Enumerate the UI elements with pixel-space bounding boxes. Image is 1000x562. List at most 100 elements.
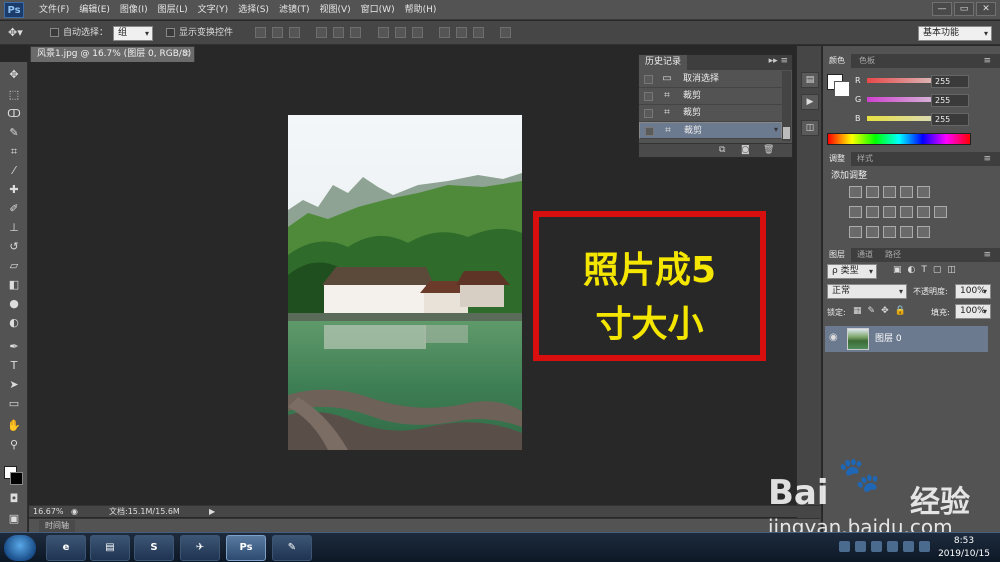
history-item[interactable]: ⌗ 裁剪: [639, 105, 782, 122]
history-item[interactable]: ⌗ 裁剪: [639, 88, 782, 105]
start-button[interactable]: [4, 535, 36, 561]
show-transform-checkbox[interactable]: [166, 28, 175, 37]
quick-mask-icon[interactable]: ◘: [6, 492, 22, 506]
panel-menu-icon[interactable]: ≡: [977, 152, 997, 166]
blue-value[interactable]: 255: [931, 113, 969, 126]
channel-mixer-icon[interactable]: [917, 206, 930, 218]
menu-select[interactable]: 选择(S): [233, 0, 274, 20]
status-info-icon[interactable]: ◉: [71, 506, 78, 518]
menu-type[interactable]: 文字(Y): [193, 0, 234, 20]
red-value[interactable]: 255: [931, 75, 969, 88]
blend-mode-dropdown[interactable]: 正常: [827, 284, 907, 299]
rectangle-tool-icon[interactable]: ▭: [6, 397, 22, 411]
document-tab[interactable]: 风景1.jpg @ 16.7% (图层 0, RGB/8) * ×: [30, 46, 195, 74]
lock-all-icon[interactable]: 🔒: [895, 306, 906, 316]
menu-filter[interactable]: 滤镜(T): [274, 0, 315, 20]
color-lookup-icon[interactable]: [934, 206, 947, 218]
panel-menu-icon[interactable]: ▸▸ ≡: [769, 56, 788, 66]
gradient-map-icon[interactable]: [917, 226, 930, 238]
tab-layers[interactable]: 图层: [823, 248, 851, 262]
background-color-chip[interactable]: [834, 81, 850, 97]
show-transform-option[interactable]: 显示变换控件: [166, 25, 233, 41]
eyedropper-tool-icon[interactable]: ⁄: [6, 164, 22, 178]
photo-filter-icon[interactable]: [900, 206, 913, 218]
history-item-selected[interactable]: ⌗ 裁剪: [639, 122, 782, 139]
pixel-filter-icon[interactable]: ▣: [893, 265, 902, 275]
tab-swatches[interactable]: 色板: [853, 54, 881, 68]
distribute-vcenter-icon[interactable]: [395, 27, 406, 38]
distribute-left-icon[interactable]: [439, 27, 450, 38]
distribute-bottom-icon[interactable]: [412, 27, 423, 38]
smart-filter-icon[interactable]: ◫: [947, 265, 956, 275]
opacity-input[interactable]: 100%: [955, 284, 991, 299]
menu-window[interactable]: 窗口(W): [356, 0, 400, 20]
lock-pixels-icon[interactable]: ✎: [868, 306, 876, 316]
auto-select-option[interactable]: 自动选择：: [50, 25, 108, 41]
browser-taskbar-icon[interactable]: S: [134, 535, 174, 561]
tray-arrow-icon[interactable]: [919, 541, 930, 552]
history-checkbox[interactable]: [645, 127, 654, 136]
invert-icon[interactable]: [849, 226, 862, 238]
align-top-icon[interactable]: [255, 27, 266, 38]
close-button[interactable]: ✕: [976, 2, 996, 16]
tab-paths[interactable]: 路径: [879, 248, 907, 262]
minimize-button[interactable]: —: [932, 2, 952, 16]
move-tool-icon[interactable]: ✥▾: [8, 25, 23, 41]
menu-view[interactable]: 视图(V): [314, 0, 355, 20]
tab-adjustments[interactable]: 调整: [823, 152, 851, 166]
properties-panel-icon[interactable]: ◫: [801, 120, 819, 136]
exposure-icon[interactable]: [900, 186, 913, 198]
tray-flag-icon[interactable]: [887, 541, 898, 552]
taskbar-clock[interactable]: 8:53 2019/10/15: [934, 535, 994, 561]
align-left-icon[interactable]: [316, 27, 327, 38]
snapshot-icon[interactable]: ◙: [741, 145, 750, 155]
workspace-dropdown[interactable]: 基本功能: [918, 26, 992, 41]
healing-brush-tool-icon[interactable]: ✚: [6, 183, 22, 197]
posterize-icon[interactable]: [866, 226, 879, 238]
history-tab[interactable]: 历史记录: [639, 55, 688, 70]
lasso-tool-icon[interactable]: ↀ: [6, 107, 22, 121]
levels-icon[interactable]: [866, 186, 879, 198]
history-checkbox[interactable]: [644, 92, 653, 101]
pen-tool-icon[interactable]: ✒: [6, 340, 22, 354]
screen-mode-icon[interactable]: ▣: [6, 512, 22, 526]
status-menu-arrow-icon[interactable]: ▶: [209, 506, 215, 518]
layer-row[interactable]: ◉ 图层 0: [825, 326, 988, 352]
trash-icon[interactable]: 🗑: [763, 145, 774, 155]
brightness-icon[interactable]: [849, 186, 862, 198]
vibrance-icon[interactable]: [917, 186, 930, 198]
selective-color-icon[interactable]: [900, 226, 913, 238]
fill-input[interactable]: 100%: [955, 304, 991, 319]
photoshop-taskbar-icon[interactable]: Ps: [226, 535, 266, 561]
eraser-tool-icon[interactable]: ▱: [6, 259, 22, 273]
gradient-tool-icon[interactable]: ◧: [6, 278, 22, 292]
explorer-taskbar-icon[interactable]: ▤: [90, 535, 130, 561]
auto-align-icon[interactable]: [500, 27, 511, 38]
auto-select-dropdown[interactable]: 组: [113, 26, 153, 41]
type-filter-icon[interactable]: T: [921, 265, 927, 275]
history-panel-icon[interactable]: ▤: [801, 72, 819, 88]
color-balance-icon[interactable]: [866, 206, 879, 218]
marquee-tool-icon[interactable]: ⬚: [6, 88, 22, 102]
menu-layer[interactable]: 图层(L): [153, 0, 193, 20]
dodge-tool-icon[interactable]: ◐: [6, 316, 22, 330]
history-checkbox[interactable]: [644, 75, 653, 84]
new-document-icon[interactable]: ⧉: [719, 145, 725, 155]
scrollbar-thumb[interactable]: [783, 127, 790, 139]
messenger-taskbar-icon[interactable]: ✈: [180, 535, 220, 561]
tray-ime-icon[interactable]: [839, 541, 850, 552]
lock-position-icon[interactable]: ✥: [881, 306, 889, 316]
align-vcenter-icon[interactable]: [272, 27, 283, 38]
ie-taskbar-icon[interactable]: e: [46, 535, 86, 561]
green-value[interactable]: 255: [931, 94, 969, 107]
actions-panel-icon[interactable]: ▶: [801, 94, 819, 110]
color-spectrum-bar[interactable]: [827, 133, 971, 145]
tray-volume-icon[interactable]: [903, 541, 914, 552]
align-bottom-icon[interactable]: [289, 27, 300, 38]
auto-select-checkbox[interactable]: [50, 28, 59, 37]
background-color-swatch[interactable]: [10, 472, 23, 485]
landscape-photo[interactable]: [288, 115, 522, 450]
distribute-right-icon[interactable]: [473, 27, 484, 38]
quick-select-tool-icon[interactable]: ✎: [6, 126, 22, 140]
timeline-tab[interactable]: 时间轴: [39, 520, 75, 532]
